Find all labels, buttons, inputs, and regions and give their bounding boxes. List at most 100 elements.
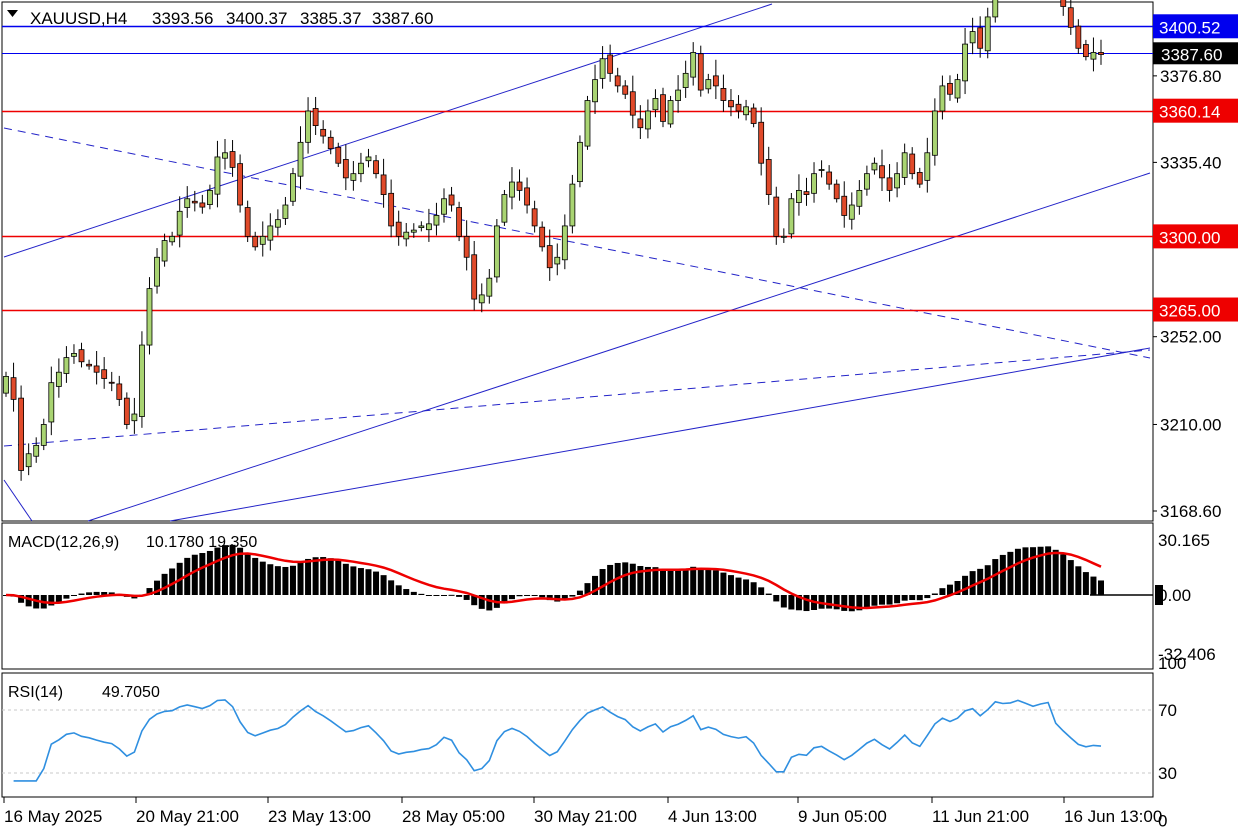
level-tag-label: 3360.14 [1159,103,1220,122]
candle-body [161,240,168,262]
macd-bar [697,568,704,595]
candle-body [644,110,651,130]
candle-body [78,349,85,363]
time-tick-label: 30 May 21:00 [534,807,637,826]
candle-body [206,189,213,206]
candle-body [667,100,674,125]
candle-body [3,376,9,394]
candle-body [705,79,712,90]
macd-bar [924,595,931,599]
candle-body [1060,0,1067,7]
rsi-title: RSI(14) [8,684,63,701]
macd-bar [773,595,780,602]
time-tick-label: 23 May 13:00 [268,807,371,826]
candle [290,167,296,206]
candle-body [818,169,825,171]
candle [456,201,463,242]
candle-body [569,183,576,227]
macd-bar [222,545,228,595]
macd-bar [350,566,357,595]
macd-bar [267,564,274,595]
macd-bar [1022,547,1029,595]
rsi-value: 49.7050 [102,684,160,701]
candle-body [803,191,810,195]
candle-body [463,235,470,258]
macd-bar [342,563,349,595]
candle [146,277,153,355]
macd-bar [357,568,364,595]
candle-body [229,151,236,168]
macd-bar [289,565,296,595]
candle-body [720,88,727,101]
macd-bar [826,595,833,609]
candle-body [1082,44,1089,58]
candle-body [728,100,734,108]
macd-bar [486,595,493,611]
candle-body [93,365,100,373]
time-tick-label: 28 May 05:00 [402,807,505,826]
candle-body [856,189,863,207]
macd-bar [886,595,893,605]
candle-body [516,181,523,191]
candle-body [373,160,379,175]
time-tick-label: 16 May 2025 [4,807,102,826]
candle-body [780,235,787,238]
candle-body [546,245,553,269]
macd-bar [667,569,674,595]
macd-tick-label: 0.00 [1158,586,1191,605]
macd-title: MACD(12,26,9) [8,534,119,551]
macd-bar [931,593,938,595]
candle-body [199,202,206,208]
candle-body [274,219,281,228]
candle-body [282,204,289,219]
macd-bar [1060,554,1067,595]
candle-body [554,256,561,265]
price-tick-label: 3252.00 [1160,328,1221,347]
candle-body [629,91,636,116]
macd-bar [403,589,410,595]
candle-body [169,235,176,243]
candle-body [365,156,372,162]
time-tick-label: 16 Jun 13:00 [1064,807,1162,826]
macd-bar [93,591,100,595]
ohlc-high: 3400.37 [226,9,287,28]
macd-bar [388,580,395,595]
price-tick-label: 3335.40 [1160,153,1221,172]
macd-bar [78,593,85,595]
macd-bar [161,573,168,595]
candle-body [290,173,296,202]
candle-body [886,177,893,191]
price-chart[interactable]: 3460.803418.803376.803335.403252.003210.… [0,0,1248,832]
candle [788,193,795,239]
macd-bar [750,582,757,595]
macd-bar [456,595,463,597]
candle-body [101,369,108,379]
candle-body [10,377,17,400]
macd-bar [418,593,425,595]
candle-body [977,27,984,49]
macd-bar [410,591,417,595]
candle-body [176,210,183,236]
candle-body [237,163,244,206]
macd-bar [244,552,251,595]
candle-body [622,85,629,95]
candle-body [743,106,749,116]
macd-bar [297,562,304,595]
macd-bar [788,595,795,610]
symbol-label: XAUUSD,H4 [30,9,127,28]
candle-body [335,146,342,164]
candle-body [191,200,198,204]
ohlc-open: 3393.56 [152,9,213,28]
candle-body [395,221,402,237]
candle-body [33,444,40,457]
candle-body [916,172,923,185]
macd-bar [803,595,810,612]
candle-body [433,215,440,226]
candle-body [327,136,334,149]
macd-bar [894,595,901,604]
macd-bar [1090,576,1097,595]
macd-bar [531,595,538,596]
candle-body [833,183,840,200]
macd-bar [712,570,719,595]
candle-body [531,208,538,227]
